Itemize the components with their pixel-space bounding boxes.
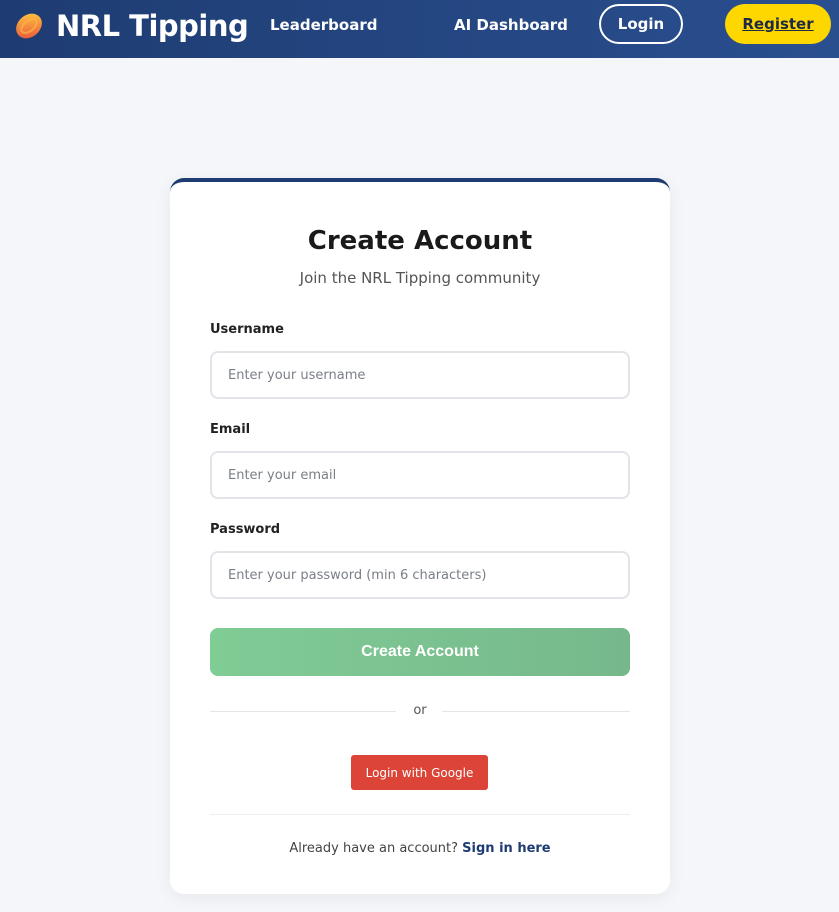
nav-leaderboard-link[interactable]: Leaderboard xyxy=(270,16,377,34)
register-button[interactable]: Register xyxy=(725,4,831,44)
username-label: Username xyxy=(210,322,284,337)
top-navbar: NRL Tipping Leaderboard AI Dashboard Log… xyxy=(0,0,839,58)
footer-divider xyxy=(210,814,630,815)
google-login-button[interactable]: Login with Google xyxy=(351,755,488,790)
card-subtitle: Join the NRL Tipping community xyxy=(299,269,541,287)
brand-title: NRL Tipping xyxy=(56,9,249,43)
sign-in-link[interactable]: Sign in here xyxy=(462,841,550,856)
divider-right xyxy=(442,711,630,712)
login-button[interactable]: Login xyxy=(599,4,683,44)
username-input[interactable] xyxy=(210,351,630,399)
password-input[interactable] xyxy=(210,551,630,599)
nav-ai-dashboard-link[interactable]: AI Dashboard xyxy=(454,16,568,34)
footer-prompt-text: Already have an account? xyxy=(289,841,459,856)
password-label: Password xyxy=(210,522,281,537)
email-label: Email xyxy=(210,422,251,437)
footer-prompt: Already have an account? Sign in here xyxy=(170,841,670,856)
brand[interactable]: NRL Tipping xyxy=(14,9,249,43)
card-title: Create Account xyxy=(307,226,533,256)
email-input[interactable] xyxy=(210,451,630,499)
create-account-button[interactable]: Create Account xyxy=(210,628,630,676)
register-card: Create Account Join the NRL Tipping comm… xyxy=(170,178,670,894)
football-icon xyxy=(14,11,44,41)
